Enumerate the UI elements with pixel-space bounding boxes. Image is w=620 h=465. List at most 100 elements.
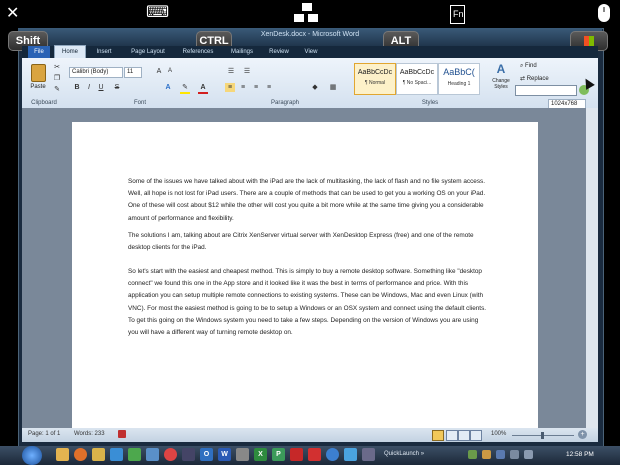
- project-icon[interactable]: P: [272, 448, 285, 461]
- view-outline-icon[interactable]: [470, 430, 482, 441]
- change-styles-label: Change Styles: [492, 78, 510, 90]
- find-button[interactable]: ⌕ Find: [520, 63, 560, 72]
- tab-file[interactable]: File: [28, 46, 50, 58]
- font-name-select[interactable]: Calibri (Body): [69, 67, 123, 78]
- group-label-font: Font: [133, 100, 146, 106]
- view-print-layout-icon[interactable]: [432, 430, 444, 441]
- folder-icon[interactable]: [92, 448, 105, 461]
- font-size-select[interactable]: 11: [124, 67, 142, 78]
- page-count[interactable]: Page: 1 of 1: [28, 431, 60, 437]
- cut-icon[interactable]: ✂: [52, 63, 62, 72]
- replace-label: Replace: [526, 76, 549, 82]
- settings-icon[interactable]: [236, 448, 249, 461]
- tab-references[interactable]: References: [178, 46, 218, 58]
- shrink-font-icon[interactable]: A: [165, 67, 175, 76]
- zoom-slider-thumb[interactable]: [541, 432, 544, 439]
- app-icon[interactable]: [128, 448, 141, 461]
- tray-icon-3[interactable]: [496, 450, 505, 459]
- strikethrough-button[interactable]: S: [112, 83, 122, 92]
- view-web-layout-icon[interactable]: [458, 430, 470, 441]
- style-normal-sample: AaBbCcDc: [357, 69, 393, 76]
- multi-monitor-icon[interactable]: [294, 3, 320, 25]
- replace-icon: ⇄: [520, 76, 527, 82]
- excel-icon[interactable]: X: [254, 448, 267, 461]
- globe-icon[interactable]: [326, 448, 339, 461]
- align-right-button[interactable]: ≡: [251, 83, 261, 92]
- start-button[interactable]: [22, 446, 42, 465]
- numbering-icon[interactable]: ☰: [242, 67, 252, 76]
- clock[interactable]: 12:58 PM: [566, 451, 594, 458]
- style-no-spacing[interactable]: AaBbCcDc ¶ No Spaci...: [396, 63, 438, 95]
- chrome-icon[interactable]: [164, 448, 177, 461]
- view-full-screen-icon[interactable]: [446, 430, 458, 441]
- zoom-level[interactable]: 100%: [491, 431, 506, 437]
- document-paragraph-3[interactable]: So let's start with the easiest and chea…: [128, 266, 488, 339]
- find-label: Find: [525, 63, 537, 69]
- quicklaunch-label: QuickLaunch: [384, 451, 420, 457]
- italic-button[interactable]: I: [84, 83, 94, 92]
- tab-page-layout[interactable]: Page Layout: [126, 46, 170, 58]
- group-label-clipboard: Clipboard: [31, 100, 57, 106]
- paste-button[interactable]: Paste: [28, 62, 48, 96]
- windows-logo-icon: [584, 36, 594, 46]
- fn-key-button[interactable]: Fn: [450, 5, 465, 24]
- style-heading-1[interactable]: AaBbC( Heading 1: [438, 63, 480, 95]
- close-icon[interactable]: ✕: [6, 3, 19, 22]
- change-styles-button[interactable]: A Change Styles: [487, 62, 515, 98]
- volume-icon[interactable]: [510, 450, 519, 459]
- tray-icon-2[interactable]: [482, 450, 491, 459]
- style-no-spacing-sample: AaBbCcDc: [399, 69, 435, 76]
- tab-mailings[interactable]: Mailings: [226, 46, 258, 58]
- document-paragraph-2[interactable]: The solutions I am, talking about are Ci…: [128, 230, 488, 254]
- tray-icon-1[interactable]: [468, 450, 477, 459]
- style-heading-1-sample: AaBbC(: [443, 67, 475, 77]
- document-paragraph-1[interactable]: Some of the issues we have talked about …: [128, 176, 488, 225]
- tab-view[interactable]: View: [300, 46, 322, 58]
- quicklaunch-toolbar[interactable]: QuickLaunch »: [384, 451, 424, 457]
- font-color-icon[interactable]: A: [198, 83, 208, 94]
- zoom-slider[interactable]: [512, 432, 574, 439]
- pdf-reader-icon[interactable]: [308, 448, 321, 461]
- justify-button[interactable]: ≡: [264, 83, 274, 92]
- word-count[interactable]: Words: 233: [74, 431, 105, 437]
- fn-key-label: Fn: [453, 9, 464, 19]
- outlook-icon[interactable]: O: [200, 448, 213, 461]
- network-icon[interactable]: [146, 448, 159, 461]
- align-center-button[interactable]: ≡: [238, 83, 248, 92]
- firefox-icon[interactable]: [74, 448, 87, 461]
- text-effects-icon[interactable]: A: [163, 83, 173, 92]
- paste-label: Paste: [30, 84, 46, 90]
- style-normal[interactable]: AaBbCcDc ¶ Normal: [354, 63, 396, 95]
- format-painter-icon[interactable]: ✎: [52, 85, 62, 94]
- change-styles-icon: A: [496, 62, 506, 76]
- keyboard-icon[interactable]: ⌨: [146, 2, 169, 21]
- align-left-button[interactable]: ≡: [225, 83, 235, 92]
- remote-address-input[interactable]: [515, 85, 577, 96]
- tab-review[interactable]: Review: [266, 46, 292, 58]
- tab-insert[interactable]: Insert: [92, 46, 116, 58]
- group-label-paragraph: Paragraph: [270, 100, 300, 106]
- explorer-icon[interactable]: [56, 448, 69, 461]
- replace-button[interactable]: ⇄ Replace: [520, 75, 560, 84]
- underline-button[interactable]: U: [96, 83, 106, 92]
- bold-button[interactable]: B: [72, 83, 82, 92]
- grow-font-icon[interactable]: A: [154, 67, 164, 76]
- bullets-icon[interactable]: ☰: [226, 67, 236, 76]
- tab-home[interactable]: Home: [54, 45, 86, 59]
- borders-icon[interactable]: ▦: [328, 83, 338, 92]
- pdf-icon[interactable]: [290, 448, 303, 461]
- shading-icon[interactable]: ◆: [310, 83, 320, 92]
- copy-icon[interactable]: ❐: [52, 74, 62, 83]
- zoom-in-icon[interactable]: +: [578, 430, 587, 439]
- vertical-scrollbar[interactable]: [586, 108, 598, 428]
- chat-icon[interactable]: [344, 448, 357, 461]
- style-normal-name: ¶ Normal: [364, 80, 386, 86]
- media-icon[interactable]: [110, 448, 123, 461]
- network-tray-icon[interactable]: [524, 450, 533, 459]
- highlight-icon[interactable]: ✎: [180, 83, 190, 94]
- vm-icon[interactable]: [182, 448, 195, 461]
- network-share-icon[interactable]: [362, 448, 375, 461]
- mouse-icon[interactable]: [598, 4, 610, 22]
- word-icon[interactable]: W: [218, 448, 231, 461]
- proofing-icon[interactable]: [118, 430, 126, 438]
